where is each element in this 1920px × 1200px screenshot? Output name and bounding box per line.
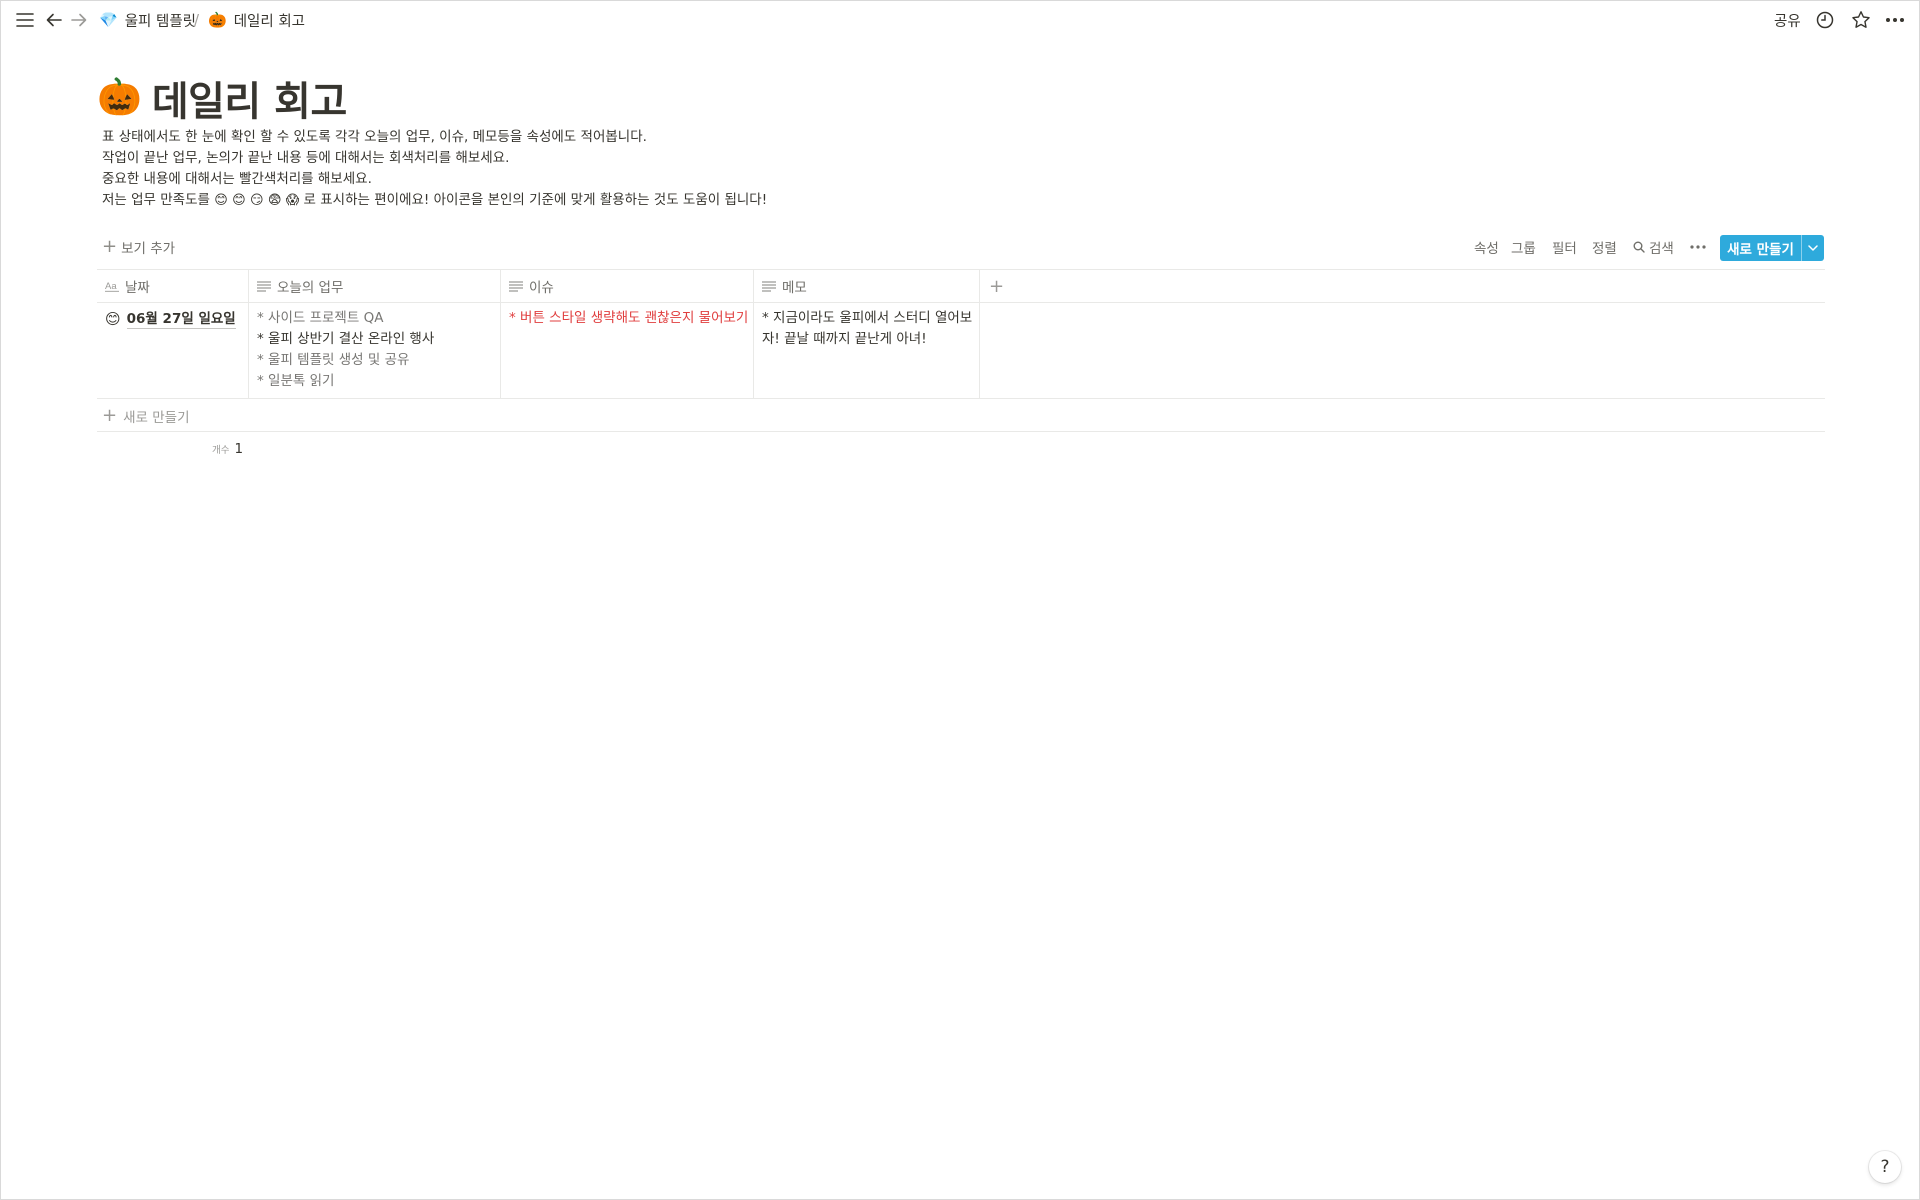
memo-line: 자! 끝날 때까지 끝난게 아녀! [762, 331, 927, 347]
breadcrumb-separator: / [194, 11, 200, 29]
blush-emoji-icon: 😊 [232, 193, 246, 208]
top-bar: 💎 울피 템플릿 / 🎃 데일리 회고 공유 [1, 1, 1919, 39]
description-line: 표 상태에서도 한 눈에 확인 할 수 있도록 각각 오늘의 업무, 이슈, 메… [102, 129, 647, 145]
date-cell[interactable]: 😊 06월 27일 일요일 [105, 308, 236, 330]
search-label: 검색 [1649, 241, 1674, 257]
scream-emoji-icon: 😱 [285, 193, 300, 208]
column-header-label: 오늘의 업무 [277, 280, 344, 296]
smirk-emoji-icon: 😏 [249, 193, 264, 208]
column-header-date[interactable]: Aa 날짜 [105, 270, 150, 302]
add-row-button[interactable]: + 새로 만들기 [102, 405, 190, 427]
smile-emoji-icon: 😊 [105, 309, 121, 328]
back-arrow-icon[interactable] [43, 9, 65, 31]
column-divider [979, 269, 980, 399]
column-header-label: 이슈 [529, 280, 554, 296]
plus-icon: + [102, 236, 118, 257]
breadcrumb-parent-label: 울피 템플릿 [124, 13, 196, 30]
count-label: 개수 [212, 445, 230, 456]
text-lines-icon [762, 280, 776, 292]
breadcrumb-current[interactable]: 🎃 데일리 회고 [208, 1, 305, 39]
plus-icon: + [102, 405, 118, 426]
forward-arrow-icon[interactable] [68, 9, 90, 31]
tasks-cell[interactable]: * 사이드 프로젝트 QA * 울피 상반기 결산 온라인 행사 * 울피 템플… [257, 308, 434, 392]
task-item: * 울피 템플릿 생성 및 공유 [257, 352, 410, 368]
task-item: * 울피 상반기 결산 온라인 행사 [257, 331, 435, 347]
table-top-border [97, 269, 1825, 270]
column-header-tasks[interactable]: 오늘의 업무 [257, 270, 343, 302]
filter-button[interactable]: 필터 [1552, 236, 1577, 258]
new-button[interactable]: 새로 만들기 [1720, 235, 1824, 261]
count-value: 1 [234, 441, 244, 457]
memo-cell[interactable]: * 지금이라도 울피에서 스터디 열어보 자! 끝날 때까지 끝난게 아녀! [762, 308, 972, 350]
row-count[interactable]: 개수 1 [212, 439, 243, 459]
column-divider [753, 269, 754, 399]
task-item: * 사이드 프로젝트 QA [257, 310, 384, 326]
page-header: 🎃 데일리 회고 [97, 71, 347, 125]
description-text: 저는 업무 만족도를 [102, 192, 210, 208]
add-row-label: 새로 만들기 [123, 410, 190, 426]
menu-icon[interactable] [14, 9, 36, 31]
properties-button[interactable]: 속성 [1474, 236, 1499, 258]
column-divider [248, 269, 249, 399]
description-line: 작업이 끝난 업무, 논의가 끝난 내용 등에 대해서는 회색처리를 해보세요. [102, 150, 510, 166]
pumpkin-icon: 🎃 [208, 11, 227, 29]
page-description: 표 상태에서도 한 눈에 확인 할 수 있도록 각각 오늘의 업무, 이슈, 메… [102, 127, 767, 211]
gem-icon: 💎 [99, 11, 118, 29]
column-header-label: 날짜 [125, 280, 150, 296]
svg-text:Aa: Aa [105, 281, 117, 292]
search-icon [1633, 241, 1645, 253]
title-aa-icon: Aa [105, 281, 119, 292]
column-divider [500, 269, 501, 399]
more-options-icon[interactable] [1690, 236, 1706, 258]
table-bottom-border [97, 431, 1825, 432]
memo-line: * 지금이라도 울피에서 스터디 열어보 [762, 310, 973, 326]
more-icon[interactable] [1884, 9, 1906, 31]
group-button[interactable]: 그룹 [1511, 236, 1536, 258]
table-header-border [97, 302, 1825, 303]
description-line: 중요한 내용에 대해서는 빨간색처리를 해보세요. [102, 171, 372, 187]
column-header-memo[interactable]: 메모 [762, 270, 807, 302]
table-row-border [97, 398, 1825, 399]
issue-text: * 버튼 스타일 생략해도 괜찮은지 물어보기 [509, 310, 749, 326]
clock-icon[interactable] [1814, 9, 1836, 31]
description-text: 로 표시하는 편이에요! 아이콘을 본인의 기준에 맞게 활용하는 것도 도움이… [303, 192, 768, 208]
task-item: * 일분톡 읽기 [257, 373, 335, 389]
new-button-label[interactable]: 새로 만들기 [1720, 235, 1801, 261]
share-button[interactable]: 공유 [1774, 1, 1801, 39]
add-view-button[interactable]: + 보기 추가 [102, 236, 175, 258]
column-header-label: 메모 [782, 280, 807, 296]
fearful-emoji-icon: 😨 [267, 193, 282, 208]
column-header-issue[interactable]: 이슈 [509, 270, 554, 302]
add-column-button[interactable]: + [989, 270, 1004, 302]
pumpkin-icon[interactable]: 🎃 [97, 80, 142, 116]
chevron-down-icon[interactable] [1801, 235, 1824, 261]
text-lines-icon [509, 280, 523, 292]
text-lines-icon [257, 280, 271, 292]
breadcrumb-current-label: 데일리 회고 [233, 13, 305, 30]
add-view-label: 보기 추가 [121, 241, 176, 257]
star-icon[interactable] [1850, 9, 1872, 31]
sort-button[interactable]: 정렬 [1592, 236, 1617, 258]
smile-emoji-icon: 😊 [214, 193, 228, 208]
description-line: 저는 업무 만족도를 😊 😊 😏 😨 😱 로 표시하는 편이에요! 아이콘을 본… [102, 190, 767, 211]
help-button[interactable]: ? [1869, 1151, 1901, 1183]
issue-cell[interactable]: * 버튼 스타일 생략해도 괜찮은지 물어보기 [509, 308, 748, 329]
breadcrumb-parent[interactable]: 💎 울피 템플릿 [99, 1, 196, 39]
page-title[interactable]: 데일리 회고 [152, 69, 347, 127]
search-button[interactable]: 검색 [1633, 236, 1674, 258]
date-text: 06월 27일 일요일 [126, 310, 236, 329]
